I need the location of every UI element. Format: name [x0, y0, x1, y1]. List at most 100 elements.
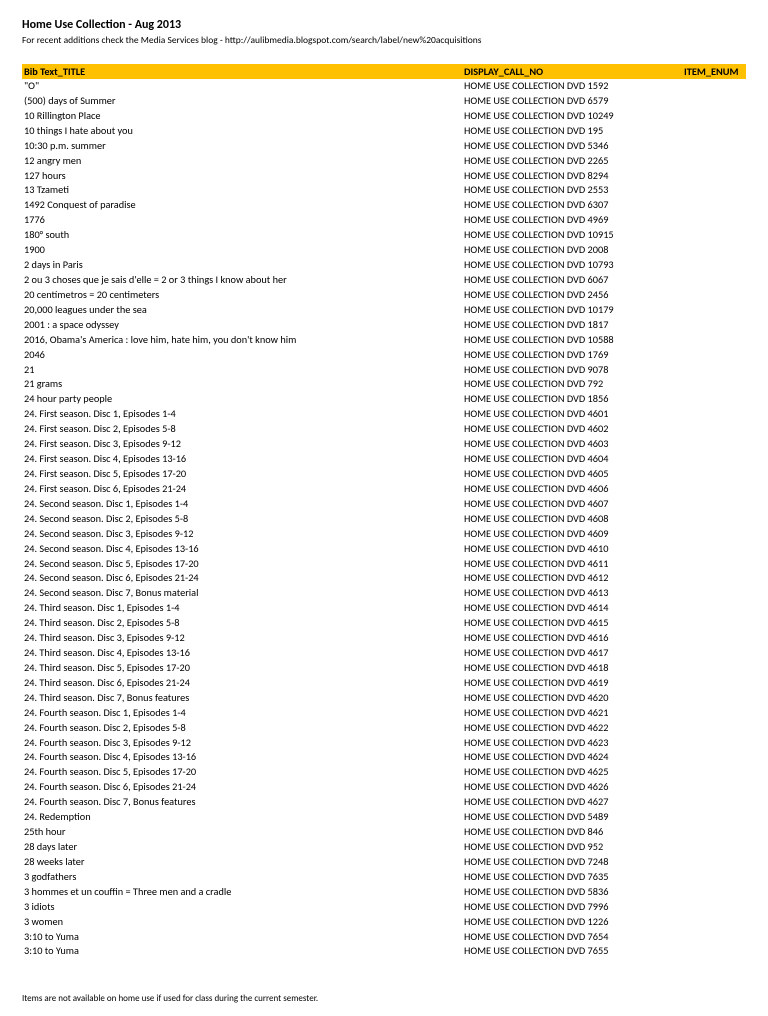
table-row: 24. Fourth season. Disc 3, Episodes 9-12…	[22, 736, 746, 751]
cell-title: 2001 : a space odyssey	[24, 318, 464, 333]
cell-callno: HOME USE COLLECTION DVD 2008	[464, 243, 684, 258]
cell-callno: HOME USE COLLECTION DVD 4623	[464, 736, 684, 751]
cell-title: 127 hours	[24, 169, 464, 184]
cell-callno: HOME USE COLLECTION DVD 195	[464, 124, 684, 139]
cell-title: 24. Fourth season. Disc 7, Bonus feature…	[24, 795, 464, 810]
cell-callno: HOME USE COLLECTION DVD 1817	[464, 318, 684, 333]
table-row: 24. Fourth season. Disc 7, Bonus feature…	[22, 795, 746, 810]
cell-enum	[684, 527, 744, 542]
cell-title: 24. Fourth season. Disc 3, Episodes 9-12	[24, 736, 464, 751]
cell-title: 2046	[24, 348, 464, 363]
cell-enum	[684, 228, 744, 243]
cell-enum	[684, 109, 744, 124]
table-row: 10 Rillington PlaceHOME USE COLLECTION D…	[22, 109, 746, 124]
document-subtitle: For recent additions check the Media Ser…	[22, 34, 746, 46]
table-row: 24. First season. Disc 5, Episodes 17-20…	[22, 467, 746, 482]
cell-enum	[684, 930, 744, 945]
cell-title: 3 godfathers	[24, 870, 464, 885]
table-row: 24. Second season. Disc 3, Episodes 9-12…	[22, 527, 746, 542]
cell-callno: HOME USE COLLECTION DVD 4625	[464, 765, 684, 780]
table-row: 24. Third season. Disc 4, Episodes 13-16…	[22, 646, 746, 661]
cell-callno: HOME USE COLLECTION DVD 2553	[464, 183, 684, 198]
cell-enum	[684, 512, 744, 527]
cell-enum	[684, 706, 744, 721]
cell-title: 24. Second season. Disc 4, Episodes 13-1…	[24, 542, 464, 557]
cell-callno: HOME USE COLLECTION DVD 4611	[464, 557, 684, 572]
cell-callno: HOME USE COLLECTION DVD 4601	[464, 407, 684, 422]
cell-callno: HOME USE COLLECTION DVD 4621	[464, 706, 684, 721]
table-row: 21 gramsHOME USE COLLECTION DVD 792	[22, 377, 746, 392]
cell-enum	[684, 780, 744, 795]
cell-title: 24. Fourth season. Disc 1, Episodes 1-4	[24, 706, 464, 721]
cell-callno: HOME USE COLLECTION DVD 10588	[464, 333, 684, 348]
table-row: 3 idiotsHOME USE COLLECTION DVD 7996	[22, 900, 746, 915]
table-row: 3 womenHOME USE COLLECTION DVD 1226	[22, 915, 746, 930]
table-row: 1900HOME USE COLLECTION DVD 2008	[22, 243, 746, 258]
cell-callno: HOME USE COLLECTION DVD 5489	[464, 810, 684, 825]
table-row: 2046HOME USE COLLECTION DVD 1769	[22, 348, 746, 363]
cell-enum	[684, 810, 744, 825]
table-row: 24. Third season. Disc 5, Episodes 17-20…	[22, 661, 746, 676]
cell-enum	[684, 571, 744, 586]
cell-enum	[684, 497, 744, 512]
document-title: Home Use Collection - Aug 2013	[22, 18, 746, 32]
table-row: "O"HOME USE COLLECTION DVD 1592	[22, 79, 746, 94]
cell-callno: HOME USE COLLECTION DVD 4612	[464, 571, 684, 586]
cell-enum	[684, 273, 744, 288]
cell-title: 24. First season. Disc 6, Episodes 21-24	[24, 482, 464, 497]
cell-callno: HOME USE COLLECTION DVD 7635	[464, 870, 684, 885]
cell-title: 20 centímetros = 20 centimeters	[24, 288, 464, 303]
table-row: 24. First season. Disc 4, Episodes 13-16…	[22, 452, 746, 467]
cell-title: "O"	[24, 79, 464, 94]
cell-callno: HOME USE COLLECTION DVD 10793	[464, 258, 684, 273]
table-row: 24. Fourth season. Disc 2, Episodes 5-8H…	[22, 721, 746, 736]
cell-callno: HOME USE COLLECTION DVD 10915	[464, 228, 684, 243]
cell-title: 3 hommes et un couffin = Three men and a…	[24, 885, 464, 900]
cell-enum	[684, 885, 744, 900]
cell-callno: HOME USE COLLECTION DVD 6579	[464, 94, 684, 109]
cell-callno: HOME USE COLLECTION DVD 4619	[464, 676, 684, 691]
cell-title: 10 things I hate about you	[24, 124, 464, 139]
table-row: 3:10 to YumaHOME USE COLLECTION DVD 7655	[22, 944, 746, 959]
table-row: 3 hommes et un couffin = Three men and a…	[22, 885, 746, 900]
cell-title: 24. Third season. Disc 4, Episodes 13-16	[24, 646, 464, 661]
cell-enum	[684, 631, 744, 646]
cell-title: 10:30 p.m. summer	[24, 139, 464, 154]
cell-enum	[684, 183, 744, 198]
cell-enum	[684, 333, 744, 348]
cell-enum	[684, 586, 744, 601]
cell-title: 24. Redemption	[24, 810, 464, 825]
cell-enum	[684, 169, 744, 184]
cell-title: 24. First season. Disc 3, Episodes 9-12	[24, 437, 464, 452]
table-row: 24. First season. Disc 3, Episodes 9-12H…	[22, 437, 746, 452]
cell-enum	[684, 855, 744, 870]
table-row: 24. Second season. Disc 7, Bonus materia…	[22, 586, 746, 601]
cell-enum	[684, 318, 744, 333]
cell-title: 21	[24, 363, 464, 378]
cell-enum	[684, 452, 744, 467]
cell-title: 180° south	[24, 228, 464, 243]
cell-enum	[684, 377, 744, 392]
cell-enum	[684, 616, 744, 631]
cell-enum	[684, 213, 744, 228]
cell-title: 3:10 to Yuma	[24, 930, 464, 945]
cell-callno: HOME USE COLLECTION DVD 4605	[464, 467, 684, 482]
table-body: "O"HOME USE COLLECTION DVD 1592(500) day…	[22, 79, 746, 959]
cell-enum	[684, 198, 744, 213]
cell-title: 24. Third season. Disc 7, Bonus features	[24, 691, 464, 706]
cell-title: (500) days of Summer	[24, 94, 464, 109]
table-row: 1492 Conquest of paradiseHOME USE COLLEC…	[22, 198, 746, 213]
cell-callno: HOME USE COLLECTION DVD 2456	[464, 288, 684, 303]
cell-title: 24. First season. Disc 2, Episodes 5-8	[24, 422, 464, 437]
cell-callno: HOME USE COLLECTION DVD 1592	[464, 79, 684, 94]
table-row: 24. First season. Disc 1, Episodes 1-4HO…	[22, 407, 746, 422]
cell-callno: HOME USE COLLECTION DVD 846	[464, 825, 684, 840]
cell-callno: HOME USE COLLECTION DVD 4614	[464, 601, 684, 616]
table-row: 1776HOME USE COLLECTION DVD 4969	[22, 213, 746, 228]
cell-callno: HOME USE COLLECTION DVD 1226	[464, 915, 684, 930]
cell-enum	[684, 154, 744, 169]
cell-callno: HOME USE COLLECTION DVD 7996	[464, 900, 684, 915]
cell-enum	[684, 736, 744, 751]
cell-enum	[684, 407, 744, 422]
cell-callno: HOME USE COLLECTION DVD 4610	[464, 542, 684, 557]
